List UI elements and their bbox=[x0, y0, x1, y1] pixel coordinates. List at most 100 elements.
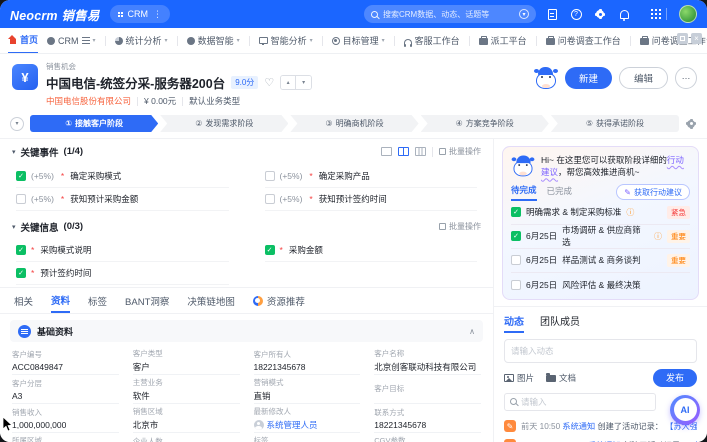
tab-team[interactable]: 团队成员 bbox=[540, 313, 580, 333]
tasks-icon[interactable] bbox=[546, 8, 558, 20]
nav-divider bbox=[177, 36, 178, 46]
field-account-name: 客户名称 北京创客联动科技有限公司 bbox=[374, 346, 481, 375]
layout-one-col-icon[interactable] bbox=[381, 147, 392, 156]
tab-resources[interactable]: 资源推荐 bbox=[253, 288, 305, 313]
get-advice-button[interactable]: ✎ 获取行动建议 bbox=[616, 184, 690, 200]
tab-bant[interactable]: BANT洞察 bbox=[125, 288, 169, 313]
checkbox-unchecked[interactable] bbox=[511, 255, 521, 265]
checkbox-unchecked[interactable] bbox=[511, 280, 521, 290]
stage-4[interactable]: ④方案竞争阶段 bbox=[421, 115, 549, 132]
tab-decision-map[interactable]: 决策链地图 bbox=[187, 288, 235, 313]
heart-icon[interactable]: ♡ bbox=[264, 76, 274, 89]
collapse-icon[interactable]: ∧ bbox=[469, 327, 475, 336]
layout-two-col-icon[interactable] bbox=[398, 147, 409, 156]
checkbox-unchecked[interactable] bbox=[265, 194, 275, 204]
checkbox-unchecked[interactable] bbox=[16, 194, 26, 204]
key-event-item: (+5%) *确定采购产品 bbox=[265, 165, 478, 188]
tab-profile[interactable]: 资料 bbox=[51, 288, 70, 313]
tab-activity[interactable]: 动态 bbox=[504, 313, 524, 333]
nav-divider bbox=[322, 36, 323, 46]
global-search-input[interactable]: 搜索CRM数据、动态、话题等 ▾ bbox=[364, 5, 536, 23]
feed-item[interactable]: ✎ 2025-02-28 02:33 系统通知 创建了活动记录： 【苏... bbox=[504, 436, 697, 442]
checkbox-checked[interactable]: ✓ bbox=[16, 245, 26, 255]
opportunity-header: ¥ 销售机会 中国电信-统签分采-服务器200台 9.0分 ♡ ▴ ▾ 中国电信… bbox=[0, 54, 707, 112]
copy-icon bbox=[439, 148, 446, 155]
layout-three-col-icon[interactable] bbox=[415, 147, 426, 156]
account-link[interactable]: 中国电信股份有限公司 bbox=[46, 95, 131, 107]
ai-assistant-button[interactable]: AI bbox=[670, 395, 700, 425]
attach-doc-button[interactable]: 文档 bbox=[546, 372, 576, 384]
user-avatar[interactable] bbox=[679, 5, 697, 23]
settings-icon[interactable] bbox=[594, 8, 606, 20]
basic-info-header[interactable]: 基础资料 ∧ bbox=[10, 320, 483, 342]
caret-down-icon[interactable]: ▾ bbox=[12, 148, 16, 156]
main-nav: 首页 CRM ▾ 统计分析 ▾ 数据智能 ▾ 智能分析 ▾ 目标管理 bbox=[0, 28, 707, 54]
nav-item-home[interactable]: 首页 bbox=[8, 28, 38, 54]
checkbox-unchecked[interactable] bbox=[265, 171, 275, 181]
tab-related[interactable]: 相关 bbox=[14, 288, 33, 313]
nav-item-survey-1[interactable]: 问卷调查工作台 bbox=[546, 28, 621, 54]
feed-search-input[interactable]: 请输入 bbox=[504, 393, 656, 411]
stage-bar: ▾ ①接触客户阶段 ②发现需求阶段 ③明确商机阶段 ④方案竞争阶段 ⑤获得承诺阶… bbox=[0, 112, 707, 139]
nav-item-analytics[interactable]: 统计分析 ▾ bbox=[115, 28, 168, 54]
search-scope-icon[interactable]: ▾ bbox=[519, 9, 529, 19]
app-launcher-icon[interactable] bbox=[642, 8, 654, 20]
search-icon bbox=[510, 398, 517, 405]
nav-divider bbox=[630, 36, 631, 46]
help-icon[interactable]: ? bbox=[570, 8, 582, 20]
checkbox-checked[interactable]: ✓ bbox=[511, 207, 521, 217]
home-icon bbox=[8, 35, 17, 44]
collapse-stages-icon[interactable]: ▾ bbox=[10, 117, 24, 131]
caret-down-icon[interactable]: ▾ bbox=[12, 223, 16, 231]
notifications-icon[interactable] bbox=[618, 8, 630, 20]
nav-item-smart-analysis[interactable]: 智能分析 ▾ bbox=[259, 28, 313, 54]
tab-todo[interactable]: 待完成 bbox=[511, 184, 537, 201]
field-owner: 客户所有人 18221345678 bbox=[254, 346, 361, 375]
checkbox-checked[interactable]: ✓ bbox=[16, 268, 26, 278]
nav-divider bbox=[105, 36, 106, 46]
feed-item[interactable]: ✎ 前天 10:50 系统通知 创建了活动记录： 【苏大强】创... bbox=[504, 417, 697, 436]
stage-2[interactable]: ②发现需求阶段 bbox=[160, 115, 288, 132]
activity-feed: ✎ 前天 10:50 系统通知 创建了活动记录： 【苏大强】创... ✎ 202… bbox=[504, 417, 697, 442]
tab-done[interactable]: 已完成 bbox=[547, 185, 573, 200]
nav-item-goal-mgmt[interactable]: 目标管理 ▾ bbox=[332, 28, 385, 54]
nav-item-data-intel[interactable]: 数据智能 ▾ bbox=[187, 28, 240, 54]
modifier-link[interactable]: 系统管理人员 bbox=[254, 419, 361, 431]
prev-record-button[interactable]: ▴ bbox=[281, 76, 296, 89]
nav-item-dispatch[interactable]: 派工平台 bbox=[479, 28, 527, 54]
checkbox-checked[interactable]: ✓ bbox=[511, 231, 521, 241]
attach-image-button[interactable]: 图片 bbox=[504, 372, 534, 384]
search-icon bbox=[371, 11, 378, 18]
record-pager: ▴ ▾ bbox=[280, 75, 312, 90]
page-title: 中国电信-统签分采-服务器200台 bbox=[46, 73, 225, 92]
nav-item-crm[interactable]: CRM ▾ bbox=[47, 28, 96, 54]
todo-item: 6月25日 风险评估 & 最终决策 bbox=[511, 273, 690, 297]
nav-item-service-desk[interactable]: 客服工作台 bbox=[404, 28, 460, 54]
stage-settings-icon[interactable] bbox=[685, 118, 697, 130]
divider bbox=[182, 97, 183, 106]
expand-icon[interactable] bbox=[677, 33, 688, 44]
copy-icon bbox=[439, 223, 446, 230]
key-info-item: ✓ *采购模式说明 bbox=[16, 239, 229, 262]
stage-3[interactable]: ③明确商机阶段 bbox=[290, 115, 418, 132]
data-intel-icon bbox=[187, 37, 195, 45]
stage-5[interactable]: ⑤获得承诺阶段 bbox=[551, 115, 679, 132]
close-icon[interactable]: × bbox=[691, 33, 702, 44]
next-record-button[interactable]: ▾ bbox=[296, 76, 311, 89]
priority-badge: 紧急 bbox=[667, 206, 690, 219]
app-switcher[interactable]: CRM ⋮ bbox=[110, 5, 171, 23]
new-button[interactable]: 新建 bbox=[565, 67, 612, 89]
checkbox-checked[interactable]: ✓ bbox=[265, 245, 275, 255]
activity-composer-input[interactable]: 请输入动态 bbox=[504, 339, 697, 363]
tab-tags[interactable]: 标签 bbox=[88, 288, 107, 313]
checkbox-checked[interactable]: ✓ bbox=[16, 171, 26, 181]
edit-button[interactable]: 编辑 bbox=[619, 67, 668, 89]
edit-record-icon: ✎ bbox=[504, 420, 516, 432]
more-actions-button[interactable]: … bbox=[675, 67, 697, 89]
bulk-actions-button[interactable]: 批量操作 bbox=[439, 146, 481, 157]
chevron-down-icon: ▾ bbox=[93, 37, 96, 44]
biz-type-value: 默认业务类型 bbox=[189, 95, 240, 107]
stage-1[interactable]: ①接触客户阶段 bbox=[30, 115, 158, 132]
bulk-actions-button[interactable]: 批量操作 bbox=[439, 221, 481, 232]
publish-button[interactable]: 发布 bbox=[653, 369, 697, 387]
